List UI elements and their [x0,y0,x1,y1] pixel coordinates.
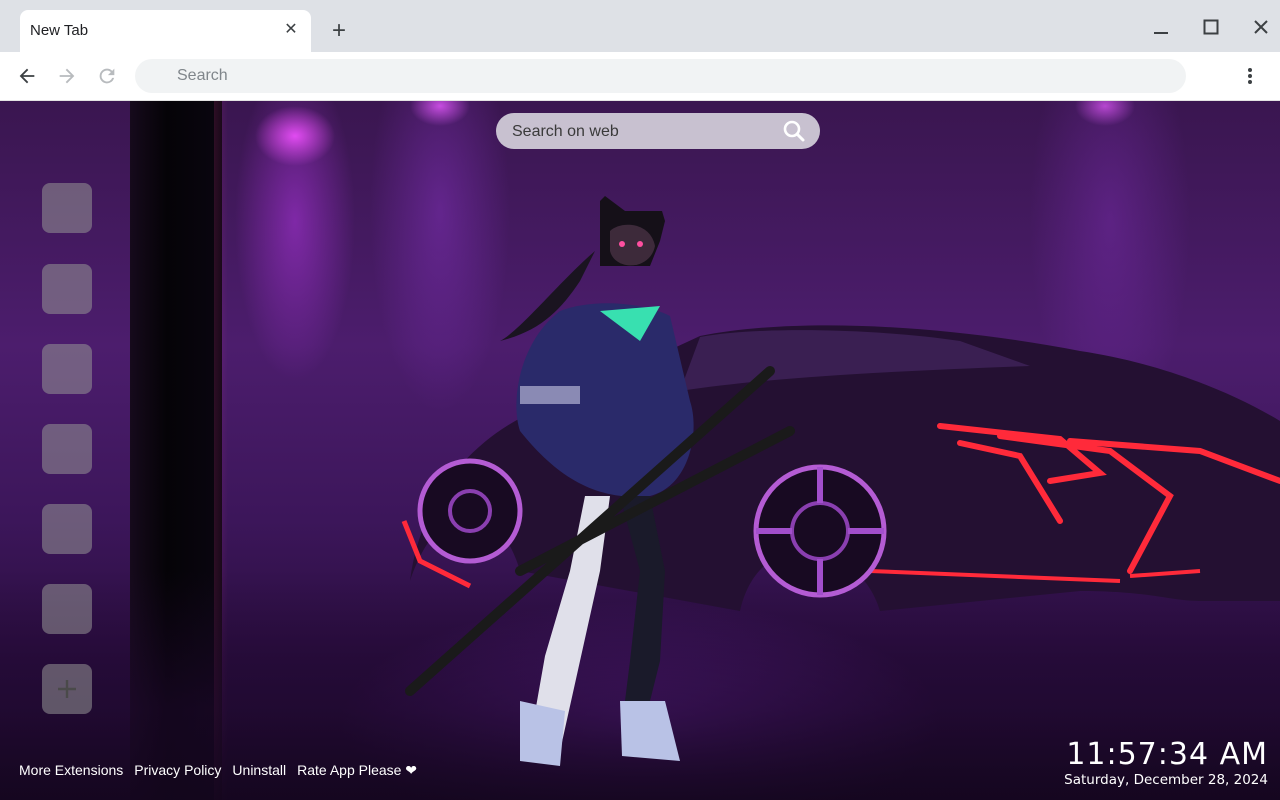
background-illustration [401,196,1280,766]
footer-links: More Extensions Privacy Policy Uninstall… [19,762,417,779]
shortcut-tile[interactable] [42,344,92,394]
reload-icon[interactable] [95,64,119,88]
kebab-menu-icon[interactable] [1238,64,1262,88]
web-search-box [496,113,820,151]
rate-app-link[interactable]: Rate App Please ❤ [297,762,417,779]
search-icon[interactable] [782,119,806,143]
uninstall-link[interactable]: Uninstall [232,762,286,779]
shortcut-tile[interactable] [42,504,92,554]
forward-arrow-icon[interactable] [55,64,79,88]
tab-strip: New Tab ✕ + [0,0,1280,52]
browser-toolbar [0,52,1280,101]
car-front-wheel [417,458,523,564]
minimize-icon[interactable] [1146,14,1176,40]
shortcut-tile[interactable] [42,264,92,314]
shortcut-tile[interactable] [42,424,92,474]
shortcut-tile[interactable] [42,183,92,233]
tab-new-tab[interactable]: New Tab ✕ [20,10,311,52]
newtab-page: More Extensions Privacy Policy Uninstall… [0,101,1280,800]
back-arrow-icon[interactable] [15,64,39,88]
clock-time: 11:57:34 AM [1066,737,1268,772]
maximize-icon[interactable] [1196,14,1226,40]
privacy-policy-link[interactable]: Privacy Policy [134,762,221,779]
new-tab-plus-icon[interactable]: + [326,18,352,44]
web-search-input[interactable] [496,113,794,151]
clock-widget: 11:57:34 AM Saturday, December 28, 2024 [1064,737,1268,789]
omnibox-input[interactable] [135,59,1186,93]
tab-close-icon[interactable]: ✕ [281,19,301,41]
clock-date: Saturday, December 28, 2024 [1064,772,1268,788]
plus-icon [58,680,76,698]
more-extensions-link[interactable]: More Extensions [19,762,123,779]
add-shortcut-button[interactable] [42,664,92,714]
shortcut-tile[interactable] [42,584,92,634]
tab-title: New Tab [30,22,89,39]
close-window-icon[interactable] [1246,14,1276,40]
